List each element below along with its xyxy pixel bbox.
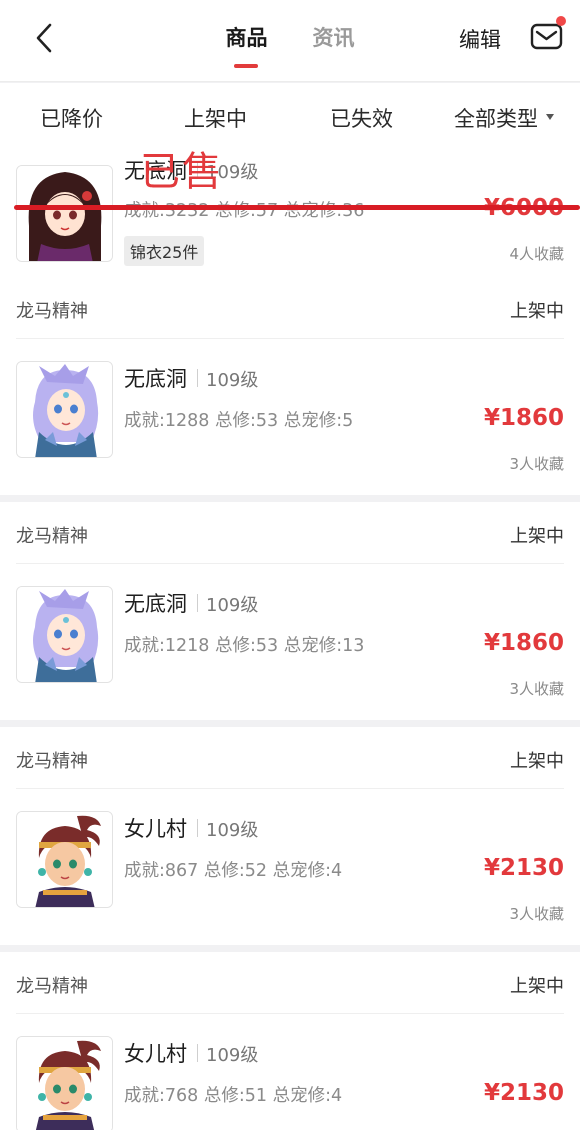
favorites-count: 4人收藏 (509, 245, 564, 263)
listing-status: 上架中 (510, 526, 564, 547)
mail-icon[interactable] (530, 22, 564, 52)
card-header: 龙马精神 上架中 (16, 277, 564, 339)
role-level: 109级 (206, 595, 259, 616)
sold-strikethrough (14, 205, 580, 210)
role-line: 无底洞 109级 (124, 363, 258, 393)
favorites-count: 3人收藏 (509, 680, 564, 698)
character-avatar (16, 165, 113, 262)
edit-button[interactable]: 编辑 (459, 24, 501, 54)
listing-price: ¥2130 (483, 1080, 564, 1106)
listing-price: ¥1860 (483, 405, 564, 431)
role-stats: 成就:867 总修:52 总宠修:4 (124, 861, 343, 881)
costume-tag: 锦衣25件 (124, 236, 205, 266)
character-avatar (16, 811, 113, 908)
role-name: 无底洞 (124, 592, 187, 616)
role-level: 109级 (206, 820, 259, 841)
listing-card[interactable]: 龙马精神 上架中 无底洞 109级 成就:1288 总修:53 总宠修:5 ¥18… (0, 277, 580, 495)
listing-status: 上架中 (510, 301, 564, 322)
role-name: 无底洞 (124, 367, 187, 391)
favorites-count: 3人收藏 (509, 455, 564, 473)
dropdown-caret-icon (546, 114, 554, 120)
listing-card[interactable]: 龙马精神 上架中 女儿村 109级 成就:867 总修:52 总宠修:4 ¥213… (0, 727, 580, 945)
role-line: 女儿村 109级 (124, 813, 258, 843)
listing-price: ¥2130 (483, 855, 564, 881)
listing-status: 上架中 (510, 976, 564, 997)
character-avatar (16, 361, 113, 458)
notification-dot (556, 16, 566, 26)
filter-on-sale[interactable]: 上架中 (184, 103, 247, 133)
tab-goods-label: 商品 (225, 26, 268, 50)
character-avatar (16, 1036, 113, 1130)
role-level: 109级 (206, 370, 259, 391)
sold-stamp: 已售 (140, 149, 224, 195)
listing-list[interactable]: 无底洞109级 成就:3232 总修:57 总宠修:36 ¥6000 锦衣25件… (0, 147, 580, 1130)
role-stats: 成就:1218 总修:53 总宠修:13 (124, 636, 365, 656)
listing-card[interactable]: 龙马精神 上架中 无底洞 109级 成就:1218 总修:53 总宠修:13 ¥1… (0, 502, 580, 720)
role-level: 109级 (206, 1045, 259, 1066)
card-header: 龙马精神 上架中 (16, 727, 564, 789)
seller-name: 龙马精神 (16, 526, 88, 547)
active-tab-indicator (234, 64, 259, 68)
character-avatar (16, 586, 113, 683)
role-line: 无底洞 109级 (124, 588, 258, 618)
filter-all-types-label: 全部类型 (454, 107, 538, 131)
seller-name: 龙马精神 (16, 301, 88, 322)
card-header: 龙马精神 上架中 (16, 502, 564, 564)
listing-price: ¥1860 (483, 630, 564, 656)
role-stats: 成就:768 总修:51 总宠修:4 (124, 1086, 343, 1106)
role-name: 女儿村 (124, 817, 187, 841)
card-header: 龙马精神 上架中 (16, 952, 564, 1014)
tab-goods[interactable]: 商品 (225, 22, 268, 68)
filter-all-types[interactable]: 全部类型 (454, 103, 554, 133)
seller-name: 龙马精神 (16, 976, 88, 997)
filter-expired[interactable]: 已失效 (330, 103, 393, 133)
role-stats: 成就:1288 总修:53 总宠修:5 (124, 411, 354, 431)
favorites-count: 3人收藏 (509, 905, 564, 923)
top-nav-bar: 商品 资讯 编辑 (0, 0, 580, 82)
filter-price-reduced[interactable]: 已降价 (40, 103, 103, 133)
filter-bar: 已降价 上架中 已失效 全部类型 (0, 83, 580, 147)
role-line: 女儿村 109级 (124, 1038, 258, 1068)
listing-status: 上架中 (510, 751, 564, 772)
listing-card[interactable]: 龙马精神 上架中 女儿村 109级 成就:768 总修:51 总宠修:4 ¥213… (0, 952, 580, 1130)
role-name: 女儿村 (124, 1042, 187, 1066)
tab-news[interactable]: 资讯 (313, 22, 355, 52)
tab-news-label: 资讯 (312, 26, 355, 50)
seller-name: 龙马精神 (16, 751, 88, 772)
